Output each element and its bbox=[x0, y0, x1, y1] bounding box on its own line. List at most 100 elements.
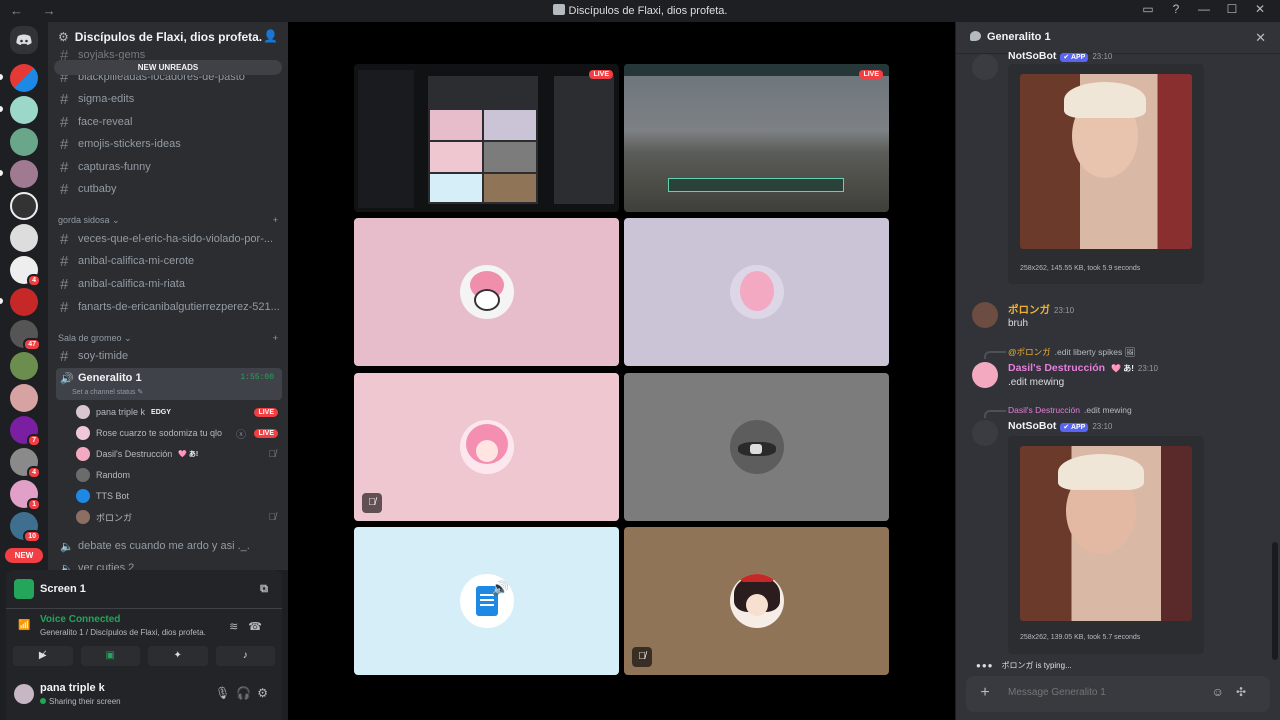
mic-icon[interactable]: 🎙 bbox=[215, 686, 236, 700]
new-unreads-banner[interactable]: NEW UNREADS bbox=[54, 60, 282, 75]
participant-tile[interactable]: 🔊 bbox=[354, 527, 619, 675]
participant-tile[interactable]: 🎙̸ bbox=[624, 527, 889, 675]
user-tag: 🩷 あ! bbox=[1111, 364, 1134, 373]
server-icon[interactable]: 4 bbox=[10, 448, 41, 479]
server-icon[interactable]: 7 bbox=[10, 416, 41, 447]
participant-tile[interactable] bbox=[624, 373, 889, 521]
close-chat-icon[interactable]: ✕ bbox=[1255, 30, 1266, 46]
channel-item[interactable]: # emojis-stickers-ideas bbox=[56, 133, 282, 155]
server-icon[interactable]: 4 bbox=[10, 256, 41, 287]
user-avatar[interactable] bbox=[972, 362, 998, 388]
server-icon[interactable] bbox=[10, 192, 38, 220]
message-author[interactable]: Dasil's Destrucción 🩷 あ! 23:10 bbox=[1008, 362, 1158, 374]
user-status: Sharing their screen bbox=[40, 697, 121, 706]
voice-user[interactable]: pana triple k EDGY LIVE bbox=[76, 402, 282, 422]
message-author[interactable]: NotSoBot ✔ APP 23:10 bbox=[1008, 50, 1112, 62]
message-composer: + ☺✣ bbox=[966, 676, 1270, 712]
activities-button[interactable]: ✦ bbox=[148, 646, 208, 666]
apps-icon[interactable]: ✣ bbox=[1236, 685, 1258, 699]
category-header[interactable]: gorda sidosa ⌄ + bbox=[58, 215, 278, 226]
emoji-icon[interactable]: ☺ bbox=[1212, 685, 1236, 699]
avatar[interactable] bbox=[14, 684, 34, 704]
message-input[interactable] bbox=[1008, 687, 1208, 698]
channel-item[interactable]: # anibal-califica-mi-cerote bbox=[56, 250, 282, 272]
add-channel-icon[interactable]: + bbox=[273, 333, 278, 344]
stream-tile[interactable]: LIVE bbox=[354, 64, 619, 212]
signal-icon[interactable]: 📶 bbox=[18, 620, 30, 631]
username[interactable]: pana triple k bbox=[40, 682, 105, 694]
participant-tile[interactable] bbox=[354, 218, 619, 366]
server-icon[interactable] bbox=[10, 288, 38, 316]
server-icon[interactable] bbox=[10, 352, 38, 380]
invite-icon[interactable]: 👤 bbox=[263, 29, 278, 43]
voice-actions[interactable]: ≋☎ bbox=[229, 620, 272, 633]
server-icon[interactable] bbox=[10, 160, 38, 188]
disconnect-icon[interactable]: ☎ bbox=[248, 621, 272, 633]
voice-panel: Screen 1 ⧉ 📶 Voice Connected Generalito 1… bbox=[6, 570, 282, 720]
headphones-icon[interactable]: 🎧 bbox=[236, 686, 257, 700]
help-icon[interactable]: ? bbox=[1162, 2, 1190, 16]
preview-tile bbox=[430, 142, 482, 172]
noise-suppression-icon[interactable]: ≋ bbox=[229, 621, 248, 633]
server-icon[interactable] bbox=[10, 384, 38, 412]
server-icon[interactable] bbox=[10, 128, 38, 156]
server-icon[interactable]: 1 bbox=[10, 480, 41, 511]
mention-badge: 1 bbox=[27, 498, 41, 511]
new-badge[interactable]: NEW bbox=[5, 548, 43, 563]
soundboard-button[interactable]: ♪ bbox=[215, 646, 275, 666]
voice-user[interactable]: Random bbox=[76, 465, 282, 485]
voice-channel-active[interactable]: 🔊 Generalito 1 1:55:00 Set a channel sta… bbox=[56, 368, 282, 400]
minimize-button[interactable]: — bbox=[1190, 2, 1218, 16]
screen-share-item[interactable]: Screen 1 ⧉ bbox=[14, 578, 274, 600]
author-name: ポロンガ bbox=[1008, 304, 1050, 316]
screen-share-button[interactable]: ▣ bbox=[80, 646, 140, 666]
bot-avatar[interactable] bbox=[972, 54, 998, 80]
chat-scrollbar[interactable] bbox=[1272, 542, 1278, 660]
server-icon[interactable]: 47 bbox=[10, 320, 41, 351]
close-button[interactable]: ✕ bbox=[1246, 2, 1274, 16]
reply-author: Dasil's Destrucción bbox=[1008, 405, 1081, 415]
reply-preview[interactable]: Dasil's Destrucción .edit mewing bbox=[1008, 405, 1132, 415]
server-icon[interactable] bbox=[10, 96, 38, 124]
popout-icon[interactable]: ⧉ bbox=[260, 583, 268, 596]
add-channel-icon[interactable]: + bbox=[273, 215, 278, 226]
voice-user[interactable]: ポロンガ 🎙̸ bbox=[76, 507, 282, 527]
home-button[interactable] bbox=[10, 26, 38, 54]
mention-badge: 7 bbox=[27, 434, 41, 447]
channel-item[interactable]: # face-reveal bbox=[56, 111, 282, 133]
attach-plus-icon[interactable]: + bbox=[976, 684, 994, 702]
voice-user[interactable]: Rose cuarzo te sodomiza tu qlo ⓧ LIVE bbox=[76, 423, 282, 443]
user-avatar[interactable] bbox=[972, 302, 998, 328]
embed-image[interactable] bbox=[1020, 74, 1192, 249]
voice-user[interactable]: Dasil's Destrucción 🩷 あ! 🎙̸ bbox=[76, 444, 282, 464]
participant-tile[interactable] bbox=[624, 218, 889, 366]
embed-image[interactable] bbox=[1020, 446, 1192, 621]
channel-item[interactable]: # capturas-funny bbox=[56, 156, 282, 178]
server-icon[interactable]: 10 bbox=[10, 512, 41, 543]
message-author[interactable]: NotSoBot ✔ APP 23:10 bbox=[1008, 420, 1112, 432]
stream-tile[interactable]: LIVE bbox=[624, 64, 889, 212]
server-icon[interactable] bbox=[10, 64, 38, 92]
channel-item[interactable]: # fanarts-de-ericanibalgutierrezperez-521… bbox=[56, 296, 282, 318]
inbox-icon[interactable]: ▭ bbox=[1134, 2, 1162, 16]
reply-preview[interactable]: @ポロンガ .edit liberty spikes 🖼 bbox=[1008, 346, 1135, 358]
voice-user[interactable]: TTS Bot bbox=[76, 486, 282, 506]
participant-tile[interactable]: 🎙̸ bbox=[354, 373, 619, 521]
bot-avatar[interactable] bbox=[972, 420, 998, 446]
channel-item[interactable]: # sigma-edits bbox=[56, 88, 282, 110]
channel-status-hint[interactable]: Set a channel status ✎ bbox=[72, 388, 143, 396]
category-header[interactable]: Sala de gromeo ⌄ + bbox=[58, 333, 278, 344]
channel-item[interactable]: # cutbaby bbox=[56, 178, 282, 200]
voice-channel[interactable]: 🔈 ver cuties 2 bbox=[56, 557, 282, 570]
maximize-button[interactable]: ☐ bbox=[1218, 2, 1246, 16]
mention-badge: 4 bbox=[27, 466, 41, 479]
voice-channel[interactable]: 🔈 debate es cuando me ardo y asi ._. bbox=[56, 535, 282, 557]
settings-gear-icon[interactable]: ⚙ bbox=[257, 686, 274, 700]
channel-item[interactable]: # veces-que-el-eric-ha-sido-violado-por-.… bbox=[56, 228, 282, 250]
camera-button[interactable]: ▶̸ bbox=[13, 646, 73, 666]
channel-item[interactable]: # anibal-califica-mi-riata bbox=[56, 273, 282, 295]
screen-share-icon: ▣ bbox=[105, 650, 115, 661]
channel-item[interactable]: # soy-timide bbox=[56, 345, 282, 367]
server-icon[interactable] bbox=[10, 224, 38, 252]
message-author[interactable]: ポロンガ 23:10 bbox=[1008, 302, 1074, 317]
